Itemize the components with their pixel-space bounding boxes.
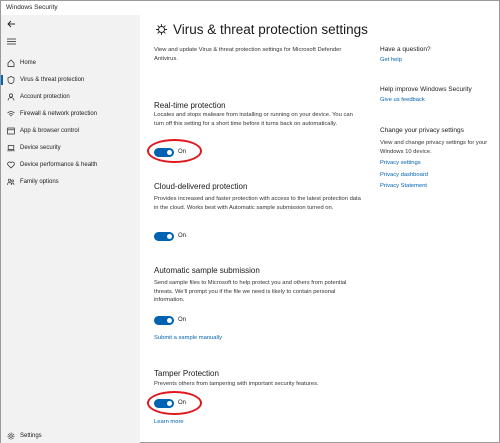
section-title-real-time: Real-time protection	[154, 101, 226, 110]
sidebar-item-label: Settings	[20, 433, 42, 439]
hamburger-menu-icon[interactable]	[6, 37, 16, 46]
page-title-text: Virus & threat protection settings	[173, 22, 368, 37]
shield-icon	[5, 75, 17, 85]
window-title: Windows Security	[6, 4, 58, 11]
browser-icon	[5, 126, 17, 136]
improve-heading: Help improve Windows Security	[380, 86, 472, 93]
toggle-state-label: On	[178, 233, 187, 239]
sidebar-item-family-options[interactable]: Family options	[1, 174, 140, 190]
back-arrow-icon[interactable]	[6, 19, 16, 28]
main-content: Virus & threat protection settings View …	[140, 15, 500, 443]
section-title-sample: Automatic sample submission	[154, 266, 260, 275]
submit-sample-link[interactable]: Submit a sample manually	[154, 335, 222, 341]
section-desc-sample: Send sample files to Microsoft to help p…	[154, 280, 347, 303]
sample-submission-toggle-row: On	[154, 314, 186, 326]
learn-more-link[interactable]: Learn more	[154, 419, 184, 425]
home-icon	[5, 58, 17, 68]
cloud-protection-toggle-row: On	[154, 230, 186, 242]
sidebar-item-virus-threat-protection[interactable]: Virus & threat protection	[1, 72, 140, 88]
sidebar-item-label: Virus & threat protection	[20, 77, 85, 83]
page-title: Virus & threat protection settings	[155, 22, 368, 37]
person-icon	[5, 92, 17, 102]
heart-icon	[5, 160, 17, 170]
virus-protection-icon	[155, 23, 168, 36]
wifi-icon	[5, 109, 17, 119]
sidebar-item-device-security[interactable]: Device security	[1, 140, 140, 156]
sidebar-item-home[interactable]: Home	[1, 55, 140, 71]
sidebar-item-label: Family options	[20, 179, 59, 185]
sidebar-item-label: App & browser control	[20, 128, 80, 134]
privacy-heading: Change your privacy settings	[380, 127, 464, 134]
question-heading: Have a question?	[380, 46, 431, 53]
toggle-state-label: On	[178, 317, 187, 323]
sidebar-item-label: Account protection	[20, 94, 70, 100]
section-desc-tamper: Prevents others from tampering with impo…	[154, 381, 319, 387]
sidebar-item-firewall[interactable]: Firewall & network protection	[1, 106, 140, 122]
sidebar-item-label: Firewall & network protection	[20, 111, 98, 117]
page-description: View and update Virus & threat protectio…	[154, 47, 342, 62]
gear-icon	[5, 431, 17, 441]
section-title-tamper: Tamper Protection	[154, 369, 219, 378]
sample-submission-toggle[interactable]	[154, 315, 174, 325]
red-highlight-circle	[147, 139, 202, 163]
family-icon	[5, 177, 17, 187]
sidebar-item-label: Device performance & health	[20, 162, 98, 168]
sidebar-item-app-browser-control[interactable]: App & browser control	[1, 123, 140, 139]
laptop-icon	[5, 143, 17, 153]
sidebar: Home Virus & threat protection Account p…	[1, 15, 140, 443]
feedback-link[interactable]: Give us feedback	[380, 97, 425, 103]
privacy-settings-link[interactable]: Privacy settings	[380, 160, 421, 166]
section-desc-cloud: Provides increased and faster protection…	[154, 196, 361, 211]
app-window: Windows Security Home Virus & threat pro…	[0, 0, 500, 443]
sidebar-item-account-protection[interactable]: Account protection	[1, 89, 140, 105]
sidebar-item-settings[interactable]: Settings	[1, 428, 140, 443]
section-desc-real-time: Locates and stops malware from installin…	[154, 112, 353, 127]
sidebar-item-label: Home	[20, 60, 37, 66]
cloud-protection-toggle[interactable]	[154, 231, 174, 241]
privacy-text: View and change privacy settings for you…	[380, 140, 488, 155]
sidebar-item-device-performance[interactable]: Device performance & health	[1, 157, 140, 173]
privacy-statement-link[interactable]: Privacy Statement	[380, 183, 427, 189]
sidebar-item-label: Device security	[20, 145, 61, 151]
red-highlight-circle	[147, 391, 202, 415]
section-title-cloud: Cloud-delivered protection	[154, 182, 248, 191]
get-help-link[interactable]: Get help	[380, 57, 402, 63]
privacy-dashboard-link[interactable]: Privacy dashboard	[380, 172, 428, 178]
